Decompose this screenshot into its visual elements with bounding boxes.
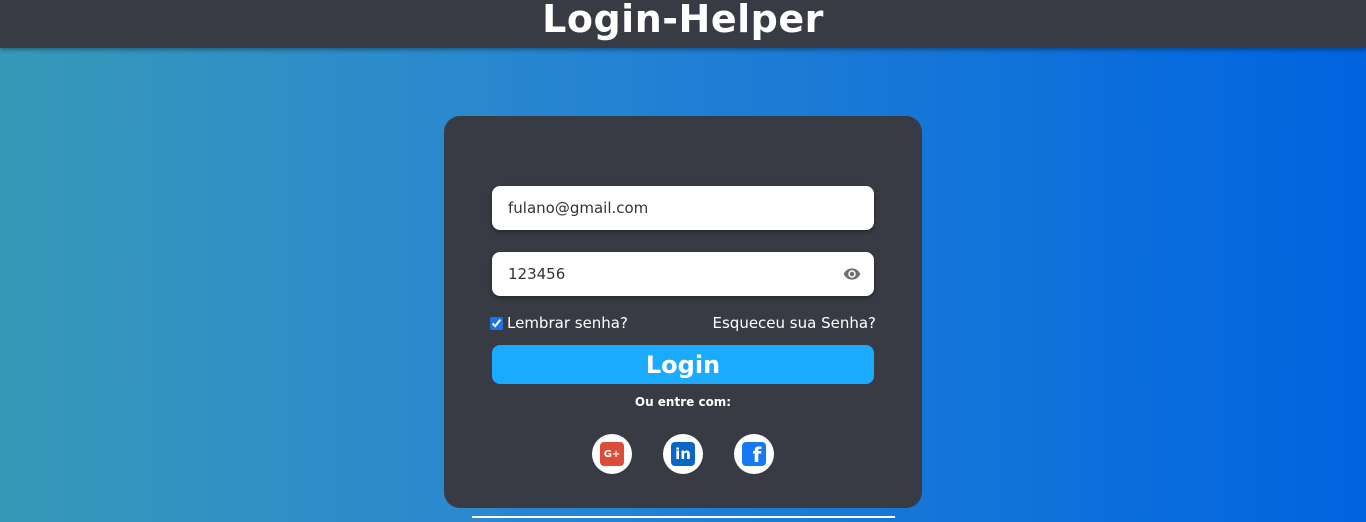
app-title: Login-Helper (542, 0, 824, 41)
alt-login-text: Ou entre com: (634, 395, 732, 409)
options-row: Lembrar senha? Esqueceu sua Senha? (490, 313, 876, 333)
password-field[interactable] (492, 252, 874, 296)
login-button[interactable]: Login (492, 345, 874, 384)
email-field[interactable] (492, 186, 874, 230)
email-field-wrapper (492, 186, 874, 230)
facebook-login-button[interactable]: f (734, 434, 774, 474)
facebook-icon: f (742, 442, 766, 466)
google-login-button[interactable]: G+ (592, 434, 632, 474)
social-login-group: G+ in f (444, 434, 922, 474)
forgot-password-link[interactable]: Esqueceu sua Senha? (713, 314, 877, 332)
remember-option[interactable]: Lembrar senha? (490, 314, 628, 332)
google-plus-icon: G+ (600, 442, 624, 466)
remember-checkbox[interactable] (490, 316, 503, 330)
eye-icon[interactable] (842, 265, 862, 283)
login-card: Lembrar senha? Esqueceu sua Senha? Login… (444, 116, 922, 508)
top-bar: Login-Helper (0, 0, 1366, 48)
linkedin-icon: in (671, 442, 695, 466)
remember-label: Lembrar senha? (507, 314, 628, 332)
linkedin-login-button[interactable]: in (663, 434, 703, 474)
password-field-wrapper (492, 252, 874, 296)
bottom-divider (472, 516, 895, 518)
